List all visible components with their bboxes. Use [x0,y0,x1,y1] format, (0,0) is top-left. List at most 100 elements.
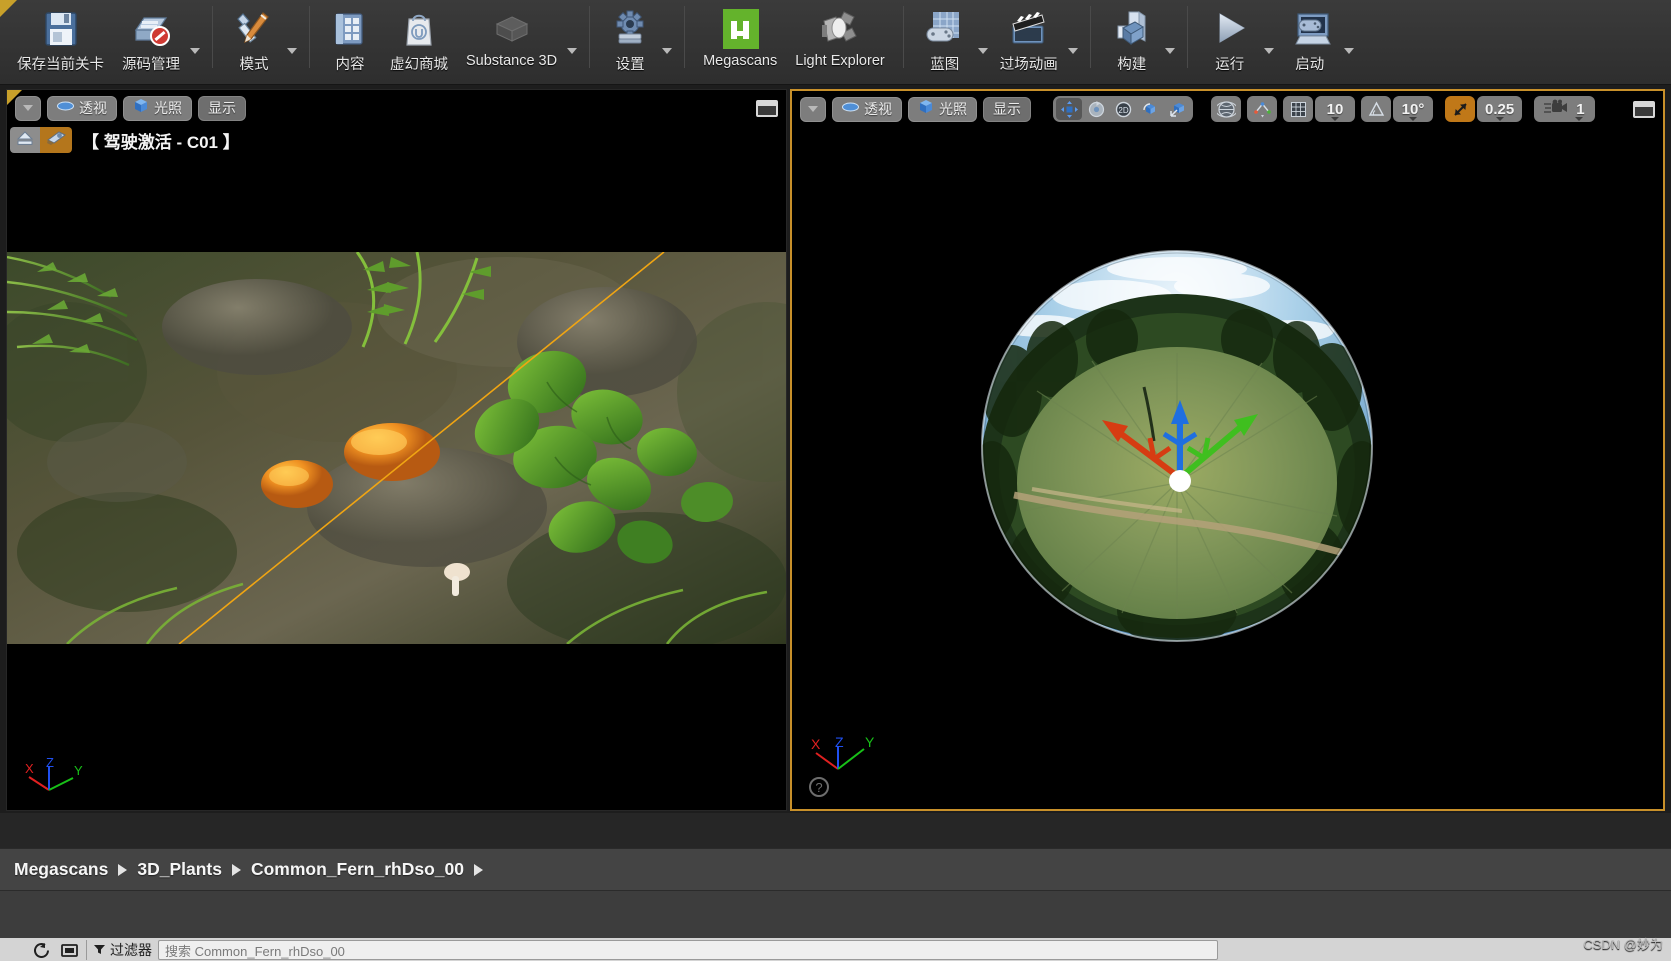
blueprint-button[interactable]: 蓝图 [913,0,977,74]
svg-text:Y: Y [74,763,83,778]
modes-icon [231,6,277,52]
breadcrumb-trailing-arrow-icon[interactable] [473,863,483,876]
left-lighting-label: 光照 [154,100,182,116]
blueprint-combo: 蓝图 [913,0,991,80]
toolbar-separator [589,6,591,68]
left-viewport-axis-gizmo: X Z Y [25,755,83,791]
breadcrumb-separator-icon [118,863,128,876]
launch-button[interactable]: 启动 [1277,0,1343,74]
angle-snap-value-button[interactable]: 10° [1393,96,1433,122]
cinematics-dropdown-arrow[interactable] [1065,48,1081,54]
right-show-label: 显示 [993,101,1021,117]
rotate-tool-button[interactable] [1083,98,1109,120]
world-space-toggle-button[interactable] [1211,96,1241,122]
right-viewport-view-mode-button[interactable]: 透视 [832,96,902,122]
right-viewport-lighting-button[interactable]: 光照 [908,96,977,122]
launch-dropdown-arrow[interactable] [1341,48,1357,54]
chevron-down-icon [662,48,673,54]
content-browser-toolbar: 过滤器 搜索 Common_Fern_rhDso_00 [0,938,1671,961]
pilot-banner-text: 【 驾驶激活 - C01 】 [82,132,240,152]
play-button[interactable]: 运行 [1197,0,1263,74]
launch-icon [1286,6,1334,52]
breadcrumb-separator-icon [231,863,241,876]
scale-snap-group: 0.25 [1445,96,1523,122]
toolbar-label: Megascans [703,53,778,69]
cinematics-button[interactable]: 过场动画 [991,0,1067,74]
source-control-icon [128,6,174,52]
scale-snap-value-button[interactable]: 0.25 [1477,96,1523,122]
right-viewport-options-menu[interactable] [800,96,826,122]
left-viewport-maximize-button[interactable] [756,99,778,117]
pilot-camera-button[interactable] [40,127,72,153]
grid-snap-toggle-button[interactable] [1283,96,1313,122]
breadcrumb-item-megascans[interactable]: Megascans [14,859,108,880]
source-control-button[interactable]: 源码管理 [113,0,189,74]
toolbar-separator [1089,6,1091,68]
camera-speed-icon [1544,99,1568,120]
blueprint-dropdown-arrow[interactable] [975,48,991,54]
left-viewport[interactable]: 透视 光照 显示 X Z Y [6,89,787,811]
svg-text:?: ? [815,780,822,795]
left-viewport-lighting-button[interactable]: 光照 [123,95,192,121]
camera-speed-group: 1 [1534,96,1595,122]
content-browser-strip: 过滤器 搜索 Common_Fern_rhDso_00 [0,890,1671,961]
grid-snap-value-button[interactable]: 10 [1315,96,1355,122]
modes-dropdown-arrow[interactable] [284,48,300,54]
play-dropdown-arrow[interactable] [1261,48,1277,54]
surface-snapping-icon [1253,101,1271,117]
breadcrumb-item-common-fern[interactable]: Common_Fern_rhDso_00 [251,859,464,880]
substance-3d-button[interactable]: Substance 3D [457,0,566,69]
angle-snap-group: 10° [1361,96,1433,122]
toolbar-label: 运行 [1215,57,1245,73]
megascans-button[interactable]: Megascans [694,0,786,80]
viewport-help-button[interactable]: ? [808,776,830,803]
modes-button[interactable]: 模式 [222,0,286,74]
right-viewport-show-button[interactable]: 显示 [983,96,1031,122]
rotation-widget-button[interactable] [1137,98,1163,120]
marketplace-button[interactable]: 虚幻商城 [381,0,457,80]
surface-snapping-button[interactable] [1247,96,1277,122]
scale-snap-value: 0.25 [1485,100,1515,118]
toolbar-label: 设置 [615,57,645,73]
content-browser-filter-button[interactable]: 过滤器 [93,940,152,960]
rotate-cube-icon [1142,102,1155,114]
navigate-back-icon[interactable] [30,939,52,961]
right-viewport[interactable]: 透视 光照 显示 2D 10 10° 0.25 1 X Z Y ? [790,89,1665,811]
angle-snap-toggle-button[interactable] [1361,96,1391,122]
content-browser-search-input[interactable]: 搜索 Common_Fern_rhDso_00 [158,940,1218,960]
right-viewport-toolbar: 透视 光照 显示 2D 10 10° 0.25 1 [792,91,1663,127]
toolbar-separator [1186,6,1188,68]
substance-dropdown-arrow[interactable] [564,48,580,54]
save-current-level-button[interactable]: 保存当前关卡 [8,0,113,80]
breadcrumb-item-3d-plants[interactable]: 3D_Plants [137,859,222,880]
left-viewport-view-mode-button[interactable]: 透视 [47,95,117,121]
camera-speed-button[interactable]: 1 [1534,96,1595,122]
rotate-tool-icon [1088,100,1104,117]
content-button[interactable]: 内容 [319,0,381,80]
translate-gizmo[interactable] [1092,386,1272,506]
toolbar-label: 蓝图 [930,57,960,73]
eject-pilot-button[interactable] [10,127,40,153]
scale-snap-toggle-button[interactable] [1445,96,1475,122]
build-dropdown-arrow[interactable] [1162,48,1178,54]
chevron-down-icon [977,48,988,54]
settings-dropdown-arrow[interactable] [659,48,675,54]
lit-cube-icon [918,99,934,120]
substance-icon [487,6,537,52]
transform-tools-group: 2D [1053,96,1193,122]
scale-widget-button[interactable] [1164,98,1190,120]
left-viewport-corner-accent [7,90,22,105]
right-viewport-maximize-button[interactable] [1633,100,1655,118]
scale-2d-tool-button[interactable]: 2D [1110,98,1136,120]
source-control-dropdown-arrow[interactable] [187,48,203,54]
toolbar-label: 启动 [1295,57,1325,73]
camera-speed-value: 1 [1576,100,1585,118]
view-options-icon[interactable] [58,939,80,961]
translate-tool-button[interactable] [1056,98,1082,120]
pilot-camera-icon [46,129,67,151]
build-button[interactable]: 构建 [1100,0,1164,74]
left-viewport-show-button[interactable]: 显示 [198,95,246,121]
watermark: CSDN @妙为 [1583,937,1663,952]
light-explorer-button[interactable]: Light Explorer [786,0,893,80]
settings-button[interactable]: 设置 [599,0,661,74]
